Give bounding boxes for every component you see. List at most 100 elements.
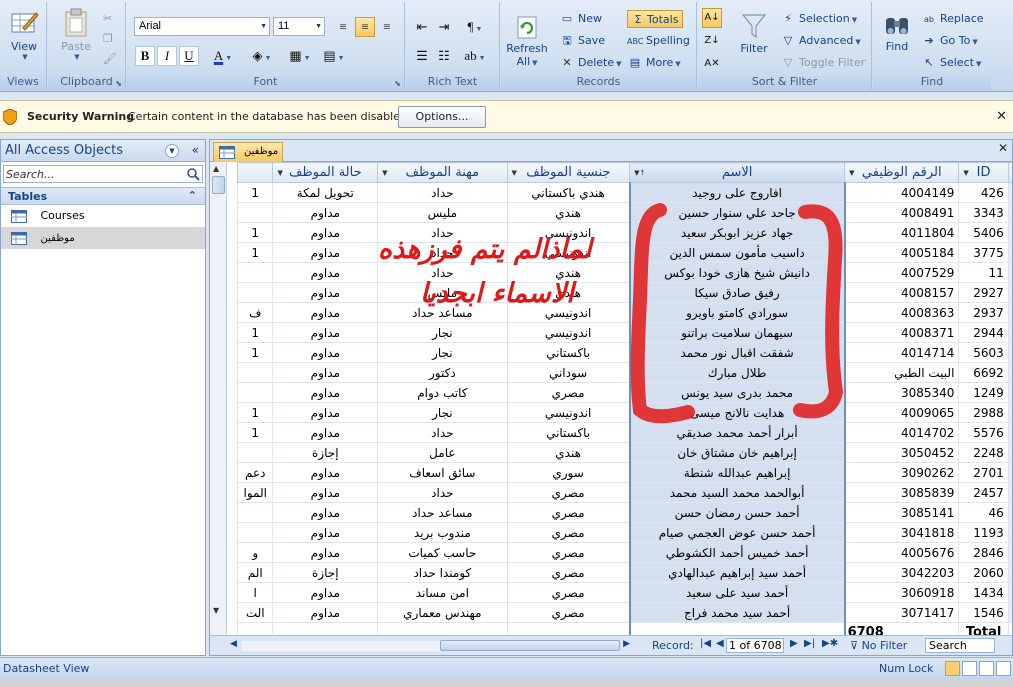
cell-extra[interactable]: ا: [236, 582, 274, 603]
chevron-down-icon[interactable]: ▼: [849, 169, 854, 177]
shutter-bar-icon[interactable]: «: [192, 143, 199, 157]
cell-job-number[interactable]: 4005184: [844, 242, 960, 263]
advanced-button[interactable]: ▽ Advanced ▼: [780, 32, 861, 50]
cell-profession[interactable]: نجار: [377, 342, 508, 363]
cell-status[interactable]: مداوم: [272, 202, 379, 223]
cell-job-number[interactable]: 4008363: [844, 302, 960, 323]
cell-extra[interactable]: [236, 202, 274, 223]
cell-status[interactable]: مداوم: [272, 262, 379, 283]
cell-id[interactable]: 5603: [958, 342, 1009, 363]
cell-id[interactable]: 2927: [958, 282, 1009, 303]
table-row[interactable]: ا مداوم امن مساند مصري أحمد سيد على سعيد 3060…: [236, 582, 1012, 603]
cell-extra[interactable]: الم: [236, 562, 274, 583]
cell-name[interactable]: محمد بدرى سيد يونس: [628, 382, 846, 403]
cell-job-number[interactable]: 3042203: [844, 562, 960, 583]
table-row[interactable]: ف مداوم مساعد حداد اندونيسي سورادي كامتو باو…: [236, 302, 1012, 323]
cell-status[interactable]: مداوم: [272, 542, 379, 563]
cell-job-number[interactable]: 3090262: [844, 462, 960, 483]
column-header-nationality[interactable]: ▼ جنسية الموظف: [506, 162, 631, 183]
pivot-table-view-icon[interactable]: [962, 661, 977, 676]
new-record-icon[interactable]: ▶✱: [822, 638, 838, 649]
cell-job-number[interactable]: 4011804: [844, 222, 960, 243]
cell-id[interactable]: 3775: [958, 242, 1009, 263]
cut-icon[interactable]: ✂: [103, 10, 112, 28]
cell-name[interactable]: إبراهيم خان مشتاق خان: [628, 442, 846, 463]
cell-extra[interactable]: 1: [236, 182, 274, 203]
cell-profession[interactable]: دكتور: [377, 362, 508, 383]
row-selector[interactable]: [1007, 502, 1012, 523]
italic-icon[interactable]: I: [157, 46, 177, 66]
next-record-icon[interactable]: ▶: [790, 638, 798, 649]
row-selector[interactable]: [1007, 402, 1012, 423]
cell-job-number[interactable]: 3085340: [844, 382, 960, 403]
row-selector[interactable]: [1007, 382, 1012, 403]
cell-id[interactable]: 2944: [958, 322, 1009, 343]
font-color-icon[interactable]: A ▼: [207, 46, 239, 66]
chevron-down-icon[interactable]: ▼: [963, 169, 968, 177]
datasheet-search-input[interactable]: Search: [925, 638, 995, 653]
cell-job-number[interactable]: 3050452: [844, 442, 960, 463]
row-selector[interactable]: [1007, 322, 1012, 343]
cell-name[interactable]: أحمد حسن رمضان حسن: [628, 502, 846, 523]
cell-id[interactable]: 3343: [958, 202, 1009, 223]
cell-extra[interactable]: [236, 502, 274, 523]
first-record-icon[interactable]: |◀: [700, 638, 711, 649]
cell-status[interactable]: مداوم: [272, 582, 379, 603]
cell-id[interactable]: 1546: [958, 602, 1009, 623]
horizontal-scrollbar[interactable]: ◀ ▶: [230, 639, 630, 652]
cell-id[interactable]: 5406: [958, 222, 1009, 243]
table-row[interactable]: 1 مداوم نجار اندونيسي سيهمان سلاميت براتنو 40…: [236, 322, 1012, 343]
options-button[interactable]: Options...: [398, 106, 486, 128]
cell-name[interactable]: داسيب مأمون سمس الدين: [628, 242, 846, 263]
sort-ascending-icon[interactable]: ▼↑: [634, 169, 645, 177]
row-selector[interactable]: [1007, 342, 1012, 363]
table-row[interactable]: الموا مداوم حداد مصري أبوالحمد محمد السيد مح…: [236, 482, 1012, 503]
cell-status[interactable]: مداوم: [272, 482, 379, 503]
table-row[interactable]: الم إجازة كومندا حداد مصري أحمد سيد إبراهيم …: [236, 562, 1012, 583]
cell-extra[interactable]: [236, 442, 274, 463]
cell-status[interactable]: مداوم: [272, 222, 379, 243]
cell-status[interactable]: مداوم: [272, 322, 379, 343]
cell-name[interactable]: شفقت اقبال نور محمد: [628, 342, 846, 363]
cell-profession[interactable]: مندوب بريد: [377, 522, 508, 543]
cell-nationality[interactable]: باكستاني: [506, 342, 631, 363]
format-painter-icon[interactable]: 🖌: [103, 50, 117, 68]
cell-id[interactable]: 2060: [958, 562, 1009, 583]
cell-status[interactable]: مداوم: [272, 402, 379, 423]
cell-job-number[interactable]: 3085839: [844, 482, 960, 503]
cell-profession[interactable]: نجار: [377, 322, 508, 343]
table-row[interactable]: 1 مداوم نجار باكستاني شفقت اقبال نور محمد 401…: [236, 342, 1012, 363]
chevron-down-icon[interactable]: ▼: [512, 169, 517, 177]
row-selector[interactable]: [1007, 362, 1012, 383]
cell-name[interactable]: أحمد سيد على سعيد: [628, 582, 846, 603]
cell-name[interactable]: أحمد سيد إبراهيم عبدالهادي: [628, 562, 846, 583]
cell-status[interactable]: تحويل لمكة: [272, 182, 379, 203]
cell-nationality[interactable]: مصري: [506, 382, 631, 403]
cell-extra[interactable]: الموا: [236, 482, 274, 503]
cell-job-number[interactable]: 3060918: [844, 582, 960, 603]
table-row[interactable]: 1 مداوم حداد باكستاني أبرار أحمد محمد صديقي 4…: [236, 422, 1012, 443]
row-selector[interactable]: [1007, 202, 1012, 223]
table-row[interactable]: مداوم مندوب بريد مصري أحمد حسن عوض العجمي ص…: [236, 522, 1012, 543]
row-selector[interactable]: [1007, 522, 1012, 543]
cell-id[interactable]: 46: [958, 502, 1009, 523]
scroll-thumb[interactable]: [440, 640, 620, 651]
cell-name[interactable]: دانيش شيخ هازى خودا بوكس: [628, 262, 846, 283]
nav-item-employees[interactable]: موظفين: [1, 227, 205, 249]
row-selector[interactable]: [1007, 242, 1012, 263]
cell-nationality[interactable]: سوري: [506, 462, 631, 483]
cell-profession[interactable]: مليس: [377, 202, 508, 223]
numbering-icon[interactable]: ☷: [434, 46, 454, 66]
no-filter-indicator[interactable]: ⊽ No Filter: [850, 639, 907, 652]
table-row[interactable]: مداوم دكتور سوداني طلال مبارك البيت الطبي 669…: [236, 362, 1012, 383]
scroll-thumb[interactable]: [212, 176, 225, 194]
chevron-down-icon[interactable]: ▼: [165, 144, 179, 158]
cell-name[interactable]: أحمد خميس أحمد الكشوطي: [628, 542, 846, 563]
table-row[interactable]: 1 مداوم نجار اندونيسي هدايت نالانج ميسى 40090…: [236, 402, 1012, 423]
filter-button[interactable]: Filter: [734, 12, 774, 55]
cell-extra[interactable]: [236, 282, 274, 303]
cell-status[interactable]: مداوم: [272, 462, 379, 483]
new-record-button[interactable]: ▭ New: [559, 10, 602, 28]
gridlines-icon[interactable]: ▦ ▼: [285, 46, 315, 66]
copy-icon[interactable]: ❐: [103, 30, 113, 48]
